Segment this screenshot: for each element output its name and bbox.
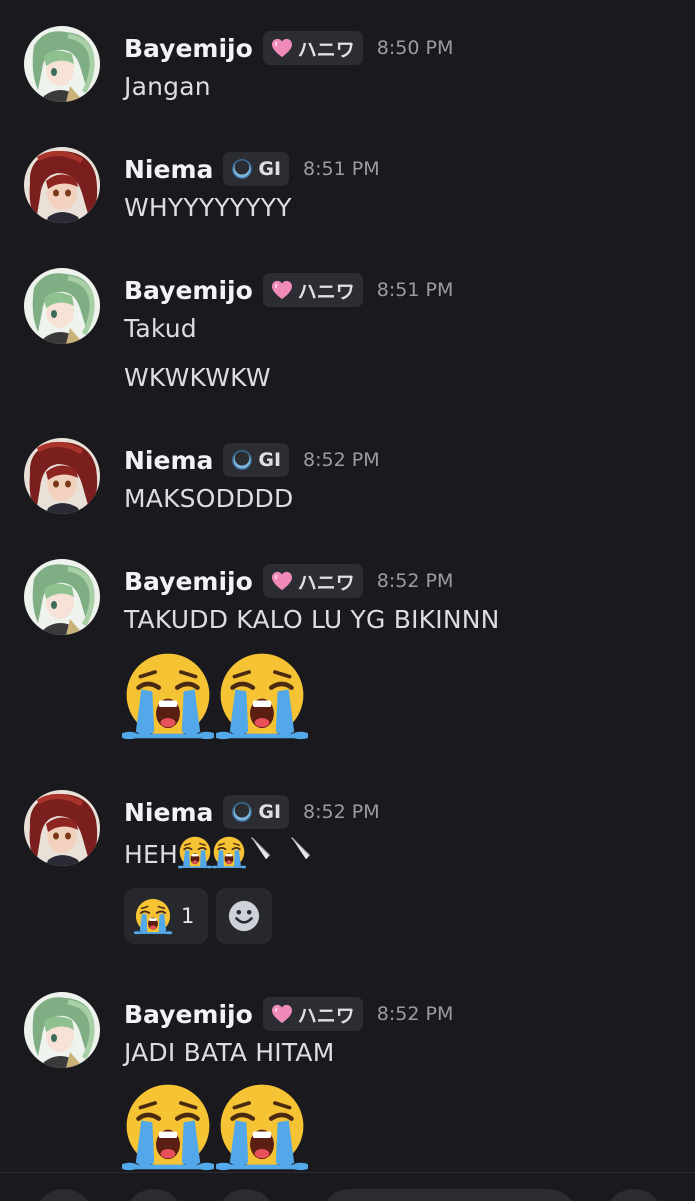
loudly-crying-face-emoji xyxy=(134,897,172,935)
tag-label: GI xyxy=(258,801,282,823)
reaction-pill[interactable]: 1 xyxy=(124,888,208,944)
username[interactable]: Bayemijo xyxy=(124,276,253,305)
user-tag-badge[interactable]: ハニワ xyxy=(262,997,363,1031)
message[interactable]: Bayemijo ハニワ 8:51 PM Takud WKWKWKW xyxy=(0,268,695,408)
pink-heart-icon xyxy=(271,571,293,591)
user-tag-badge[interactable]: GI xyxy=(223,443,290,477)
loudly-crying-face-emoji xyxy=(216,649,308,741)
blue-moon-icon xyxy=(231,801,253,823)
pink-heart-icon xyxy=(271,38,293,58)
user-avatar[interactable] xyxy=(24,268,100,344)
loudly-crying-face-emoji xyxy=(122,649,214,741)
message-list: Bayemijo ハニワ 8:50 PM Jangan Niema GI 8:5… xyxy=(0,0,695,1172)
green-haired-character-avatar xyxy=(24,559,100,635)
timestamp: 8:51 PM xyxy=(376,279,454,301)
tag-label: ハニワ xyxy=(297,571,355,594)
message-text: TAKUDD KALO LU YG BIKINNN xyxy=(124,605,500,634)
composer-apps-button[interactable] xyxy=(124,1189,184,1201)
add-reaction-smiley-icon xyxy=(227,899,261,933)
user-tag-badge[interactable]: ハニワ xyxy=(262,31,363,65)
inline-emoji-group xyxy=(178,834,326,870)
tag-label: ハニワ xyxy=(297,280,355,303)
user-avatar[interactable] xyxy=(24,438,100,514)
username[interactable]: Niema xyxy=(124,155,213,184)
red-haired-character-avatar xyxy=(24,790,100,866)
tag-label: ハニワ xyxy=(297,1004,355,1027)
jumbo-emoji-row xyxy=(122,649,308,741)
message[interactable]: Niema GI 8:51 PM WHYYYYYYYY xyxy=(0,147,695,247)
kitchen-knife-emoji xyxy=(286,834,326,870)
loudly-crying-face-emoji xyxy=(122,1080,214,1172)
pink-heart-icon xyxy=(271,1004,293,1024)
green-haired-character-avatar xyxy=(24,268,100,344)
loudly-crying-face-emoji xyxy=(212,835,246,869)
user-tag-badge[interactable]: ハニワ xyxy=(262,564,363,598)
reactions-bar: 1 xyxy=(124,888,272,944)
message-header: Bayemijo ハニワ 8:52 PM xyxy=(124,994,453,1034)
kitchen-knife-emoji xyxy=(246,834,286,870)
pink-heart-icon xyxy=(271,280,293,300)
message-text: HEH xyxy=(124,840,178,869)
username[interactable]: Bayemijo xyxy=(124,1000,253,1029)
username[interactable]: Niema xyxy=(124,446,213,475)
red-haired-character-avatar xyxy=(24,147,100,223)
user-tag-badge[interactable]: ハニワ xyxy=(262,273,363,307)
green-haired-character-avatar xyxy=(24,26,100,102)
composer-gift-button[interactable] xyxy=(216,1189,276,1201)
timestamp: 8:52 PM xyxy=(376,570,454,592)
username[interactable]: Bayemijo xyxy=(124,567,253,596)
timestamp: 8:52 PM xyxy=(303,801,380,823)
message-header: Niema GI 8:52 PM xyxy=(124,440,380,480)
message-text: WHYYYYYYYY xyxy=(124,193,292,222)
blue-moon-icon xyxy=(231,158,253,180)
username[interactable]: Niema xyxy=(124,798,213,827)
timestamp: 8:51 PM xyxy=(303,158,380,180)
timestamp: 8:52 PM xyxy=(376,1003,454,1025)
loudly-crying-face-emoji xyxy=(216,1080,308,1172)
user-avatar[interactable] xyxy=(24,147,100,223)
message-input[interactable] xyxy=(320,1189,578,1201)
user-avatar[interactable] xyxy=(24,26,100,102)
message[interactable]: Bayemijo ハニワ 8:52 PM JADI BATA HITAM xyxy=(0,992,695,1172)
composer-voice-button[interactable] xyxy=(604,1189,664,1201)
message-header: Niema GI 8:52 PM xyxy=(124,792,380,832)
red-haired-character-avatar xyxy=(24,438,100,514)
tag-label: ハニワ xyxy=(297,38,355,61)
message[interactable]: Bayemijo ハニワ 8:50 PM Jangan xyxy=(0,26,695,126)
message-text: JADI BATA HITAM xyxy=(124,1038,335,1067)
message-header: Bayemijo ハニワ 8:50 PM xyxy=(124,28,453,68)
message-text: MAKSODDDD xyxy=(124,484,294,513)
user-avatar[interactable] xyxy=(24,559,100,635)
message-header: Niema GI 8:51 PM xyxy=(124,149,380,189)
message[interactable]: Niema GI 8:52 PM HEH 1 xyxy=(0,790,695,950)
message-text: Takud xyxy=(124,314,197,343)
composer-add-button[interactable] xyxy=(34,1189,94,1201)
username[interactable]: Bayemijo xyxy=(124,34,253,63)
loudly-crying-face-emoji xyxy=(178,835,212,869)
blue-moon-icon xyxy=(231,449,253,471)
timestamp: 8:52 PM xyxy=(303,449,380,471)
user-tag-badge[interactable]: GI xyxy=(223,152,290,186)
reaction-count: 1 xyxy=(181,904,195,928)
tag-label: GI xyxy=(258,158,282,180)
message-text: WKWKWKW xyxy=(124,363,271,392)
message[interactable]: Bayemijo ハニワ 8:52 PM TAKUDD KALO LU YG B… xyxy=(0,559,695,749)
tag-label: GI xyxy=(258,449,282,471)
message[interactable]: Niema GI 8:52 PM MAKSODDDD xyxy=(0,438,695,538)
user-avatar[interactable] xyxy=(24,790,100,866)
message-text-row: HEH xyxy=(124,834,326,870)
message-text: Jangan xyxy=(124,72,211,101)
message-header: Bayemijo ハニワ 8:52 PM xyxy=(124,561,453,601)
add-reaction-button[interactable] xyxy=(216,888,272,944)
composer-bar xyxy=(0,1172,695,1201)
timestamp: 8:50 PM xyxy=(376,37,454,59)
green-haired-character-avatar xyxy=(24,992,100,1068)
user-avatar[interactable] xyxy=(24,992,100,1068)
jumbo-emoji-row xyxy=(122,1080,308,1172)
user-tag-badge[interactable]: GI xyxy=(223,795,290,829)
message-header: Bayemijo ハニワ 8:51 PM xyxy=(124,270,453,310)
